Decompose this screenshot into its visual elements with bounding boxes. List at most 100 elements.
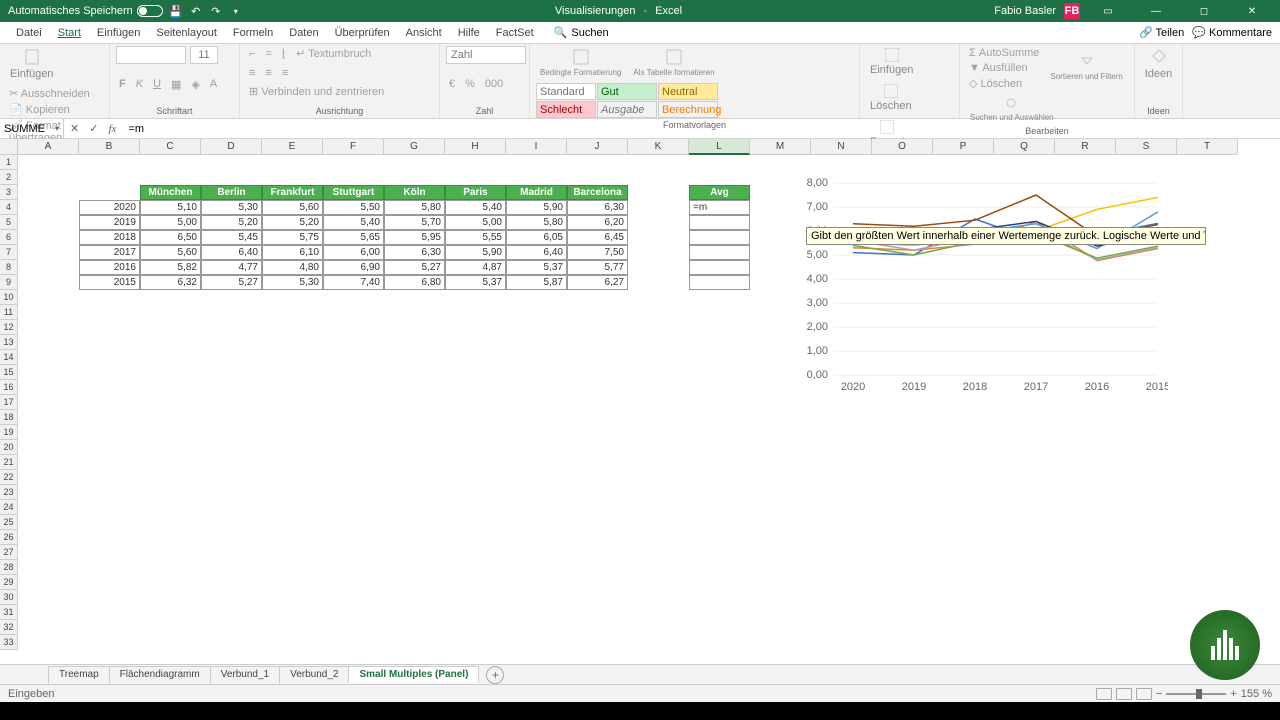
col-header-J[interactable]: J (567, 139, 628, 155)
font-size-dropdown[interactable]: 11 (190, 46, 218, 64)
cell[interactable]: 6,10 (262, 245, 323, 260)
cell[interactable]: 5,27 (201, 275, 262, 290)
cell[interactable] (689, 245, 750, 260)
cell[interactable]: 6,32 (140, 275, 201, 290)
cell-style-berechnung[interactable]: Berechnung (658, 101, 718, 118)
cell[interactable]: 5,30 (262, 275, 323, 290)
cell[interactable]: 2018 (79, 230, 140, 245)
cell[interactable]: 5,00 (140, 215, 201, 230)
page-break-view-icon[interactable] (1136, 688, 1152, 700)
zoom-in-icon[interactable]: + (1230, 688, 1236, 700)
row-header-19[interactable]: 19 (0, 425, 18, 440)
copy-button[interactable]: 📄 Kopieren (6, 102, 103, 117)
menu-ansicht[interactable]: Ansicht (398, 24, 450, 42)
cell[interactable]: 5,75 (262, 230, 323, 245)
qat-dropdown-icon[interactable]: ▾ (229, 4, 243, 18)
col-header-A[interactable]: A (18, 139, 79, 155)
cell[interactable]: 5,90 (506, 200, 567, 215)
row-header-4[interactable]: 4 (0, 200, 18, 215)
menu-factset[interactable]: FactSet (488, 24, 542, 42)
cell[interactable]: 7,50 (567, 245, 628, 260)
align-top-icon[interactable]: ⌐ (246, 47, 258, 61)
line-chart[interactable]: 0,001,002,003,004,005,006,007,008,002020… (798, 175, 1168, 395)
cell[interactable]: 5,37 (445, 275, 506, 290)
cell[interactable]: 5,55 (445, 230, 506, 245)
col-header-S[interactable]: S (1116, 139, 1177, 155)
cell[interactable]: Paris (445, 185, 506, 200)
col-header-O[interactable]: O (872, 139, 933, 155)
col-header-L[interactable]: L (689, 139, 750, 155)
menu-seitenlayout[interactable]: Seitenlayout (148, 24, 225, 42)
cell-style-ausgabe[interactable]: Ausgabe (597, 101, 657, 118)
align-right-icon[interactable]: ≡ (279, 66, 291, 80)
formula-input[interactable]: =m (122, 123, 1280, 135)
cell[interactable]: 7,40 (323, 275, 384, 290)
cell[interactable]: 6,00 (323, 245, 384, 260)
cell[interactable]: 5,60 (140, 245, 201, 260)
cell[interactable]: 5,10 (140, 200, 201, 215)
cell[interactable]: 6,40 (201, 245, 262, 260)
cell[interactable] (689, 215, 750, 230)
cell[interactable]: 5,00 (445, 215, 506, 230)
cell[interactable]: 6,80 (384, 275, 445, 290)
autosave-toggle[interactable]: Automatisches Speichern (8, 5, 163, 17)
share-button[interactable]: 🔗 Teilen (1139, 26, 1184, 39)
cell[interactable]: 6,05 (506, 230, 567, 245)
cell[interactable]: 6,90 (323, 260, 384, 275)
cell[interactable]: 6,50 (140, 230, 201, 245)
name-box[interactable]: SUMME ▾ (0, 119, 64, 139)
cut-button[interactable]: ✂ Ausschneiden (6, 86, 103, 101)
menu-formeln[interactable]: Formeln (225, 24, 281, 42)
active-cell[interactable]: =m (689, 200, 750, 215)
row-header-23[interactable]: 23 (0, 485, 18, 500)
zoom-slider[interactable] (1166, 693, 1226, 695)
row-header-5[interactable]: 5 (0, 215, 18, 230)
conditional-formatting-button[interactable]: Bedingte Formatierung (536, 46, 625, 79)
sheet-tab[interactable]: Small Multiples (Panel) (348, 666, 479, 683)
menu-start[interactable]: Start (50, 24, 89, 42)
sheet-tab[interactable]: Verbund_2 (279, 666, 349, 683)
window-options-icon[interactable]: ▭ (1088, 0, 1128, 22)
cell-style-neutral[interactable]: Neutral (658, 83, 718, 100)
cell[interactable]: 5,40 (323, 215, 384, 230)
normal-view-icon[interactable] (1096, 688, 1112, 700)
spreadsheet-grid[interactable]: ABCDEFGHIJKLMNOPQRST 1234567891011121314… (0, 139, 1280, 663)
menu-datei[interactable]: Datei (8, 24, 50, 42)
align-middle-icon[interactable]: = (262, 47, 274, 61)
font-name-dropdown[interactable] (116, 46, 186, 64)
cell[interactable]: 5,70 (384, 215, 445, 230)
row-header-17[interactable]: 17 (0, 395, 18, 410)
col-header-P[interactable]: P (933, 139, 994, 155)
menu-daten[interactable]: Daten (281, 24, 326, 42)
cell[interactable]: 5,60 (262, 200, 323, 215)
row-header-11[interactable]: 11 (0, 305, 18, 320)
cell[interactable] (689, 275, 750, 290)
cell[interactable]: 6,30 (567, 200, 628, 215)
cell[interactable]: 5,20 (201, 215, 262, 230)
italic-button[interactable]: K (133, 77, 146, 91)
cell[interactable]: 6,20 (567, 215, 628, 230)
save-icon[interactable]: 💾 (169, 4, 183, 18)
col-header-N[interactable]: N (811, 139, 872, 155)
cell[interactable]: 5,50 (323, 200, 384, 215)
zoom-level[interactable]: 155 % (1241, 688, 1272, 700)
menu-hilfe[interactable]: Hilfe (450, 24, 488, 42)
col-header-D[interactable]: D (201, 139, 262, 155)
row-header-10[interactable]: 10 (0, 290, 18, 305)
row-header-31[interactable]: 31 (0, 605, 18, 620)
row-header-12[interactable]: 12 (0, 320, 18, 335)
cell[interactable] (689, 260, 750, 275)
cell[interactable]: 6,27 (567, 275, 628, 290)
cell[interactable]: 5,65 (323, 230, 384, 245)
cell[interactable]: 5,45 (201, 230, 262, 245)
insert-cells-button[interactable]: Einfügen (866, 46, 917, 78)
cell[interactable]: Frankfurt (262, 185, 323, 200)
row-header-22[interactable]: 22 (0, 470, 18, 485)
cell[interactable]: Barcelona (567, 185, 628, 200)
bold-button[interactable]: F (116, 77, 129, 91)
cell[interactable]: Madrid (506, 185, 567, 200)
find-select-button[interactable]: Suchen und Auswählen (966, 95, 1058, 124)
row-header-18[interactable]: 18 (0, 410, 18, 425)
percent-icon[interactable]: % (462, 77, 478, 91)
row-header-15[interactable]: 15 (0, 365, 18, 380)
